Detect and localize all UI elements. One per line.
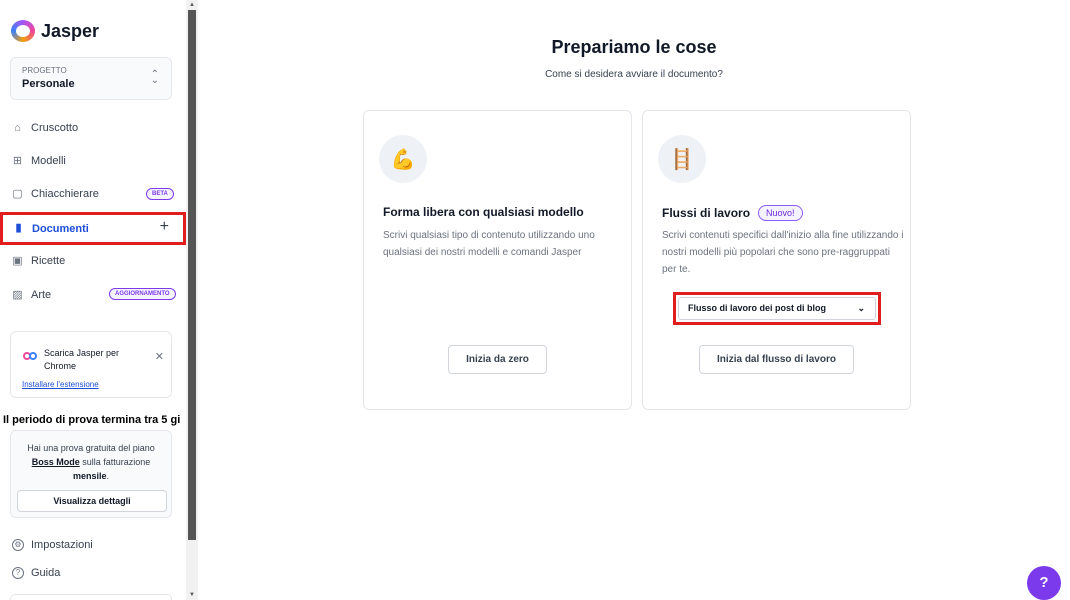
chrome-extension-card: Scarica Jasper per Chrome ✕ Installare l… [10,331,172,398]
nav-item-label: Cruscotto [31,122,79,134]
flexed-arm-icon: 💪 [379,135,427,183]
install-extension-link[interactable]: Installare l'estensione [22,380,99,389]
gear-icon: ⚙ [12,539,24,551]
nav-item-label: Chiacchierare [31,188,99,200]
nav-item-label: Ricette [31,255,66,267]
workflow-select-value: Flusso di lavoro dei post di blog [688,303,827,313]
start-workflow-button[interactable]: Inizia dal flusso di lavoro [699,345,854,374]
logo[interactable]: Jasper [11,20,99,42]
trial-period: mensile [72,471,107,481]
project-selector[interactable]: PROGETTO Personale ⌃ ⌄ [10,57,172,100]
nav-item-label: Modelli [31,155,66,167]
nav-item-documenti[interactable]: ▮ Documenti + [0,212,186,245]
card-title: Flussi di lavoro Nuovo! [662,205,803,221]
trial-card: Hai una prova gratuita del piano Boss Mo… [10,430,172,518]
scroll-up-icon[interactable]: ▲ [186,0,198,10]
image-icon: ▨ [12,288,23,301]
scroll-down-icon[interactable]: ▼ [186,590,198,600]
trial-plan[interactable]: Boss Mode [32,457,80,467]
question-icon: ? [12,567,24,579]
card-title: Forma libera con qualsiasi modello [383,205,584,219]
project-value: Personale [22,78,75,90]
nav-item-label: Documenti [32,222,89,235]
account-card[interactable] [10,594,172,600]
chrome-extension-icon [23,352,39,360]
help-button[interactable]: ? [1027,566,1061,600]
nav-item-label: Arte [31,289,52,301]
grid-icon: ⊞ [12,154,23,167]
app-name: Jasper [41,20,100,41]
sidebar: Jasper PROGETTO Personale ⌃ ⌄ ⌂ Cruscotto… [0,0,186,600]
add-document-icon[interactable]: + [160,218,169,236]
start-from-scratch-button[interactable]: Inizia da zero [448,345,547,374]
update-badge: AGGIORNAMENTO [109,288,176,300]
main-content: Prepariamo le cose Come si desidera avvi… [198,0,1070,600]
nav-item-modelli[interactable]: ⊞ Modelli [0,146,186,176]
chat-icon: ▢ [12,187,23,200]
new-badge: Nuovo! [758,205,803,221]
nav-item-cruscotto[interactable]: ⌂ Cruscotto [0,113,186,143]
workflow-card[interactable]: 🪜 Flussi di lavoro Nuovo! Scrivi contenu… [642,110,911,410]
trial-period-suffix: . [106,471,110,481]
page-subtitle: Come si desidera avviare il documento? [545,69,723,80]
card-description: Scrivi contenuti specifici dall'inizio a… [662,230,904,275]
nav-item-chiacchierare[interactable]: ▢ Chiacchierare BETA [0,179,186,209]
trial-line1: Hai una prova gratuita del piano [27,443,155,453]
card-description: Scrivi qualsiasi tipo di contenuto utili… [383,230,595,258]
scrollbar-thumb[interactable] [188,10,196,540]
terminal-icon: ▣ [12,254,23,267]
ladder-icon: 🪜 [658,135,706,183]
page-title: Prepariamo le cose [551,37,717,57]
freeform-card[interactable]: 💪 Forma libera con qualsiasi modello Scr… [363,110,632,410]
card-title-text: Flussi di lavoro [662,206,751,220]
nav-item-guida[interactable]: ? Guida [12,567,60,579]
extension-text: Scarica Jasper per Chrome [44,348,120,371]
project-label: PROGETTO [22,66,67,75]
card-title-text: Forma libera con qualsiasi modello [383,205,584,219]
trial-title: Il periodo di prova termina tra 5 gi [3,414,181,426]
view-details-button[interactable]: Visualizza dettagli [17,490,167,512]
document-icon: ▮ [15,222,22,234]
close-icon[interactable]: ✕ [155,350,164,363]
nav-item-impostazioni[interactable]: ⚙ Impostazioni [12,539,93,551]
nav-item-label: Impostazioni [31,539,93,551]
home-icon: ⌂ [14,121,21,134]
beta-badge: BETA [146,188,174,200]
chevron-updown-icon: ⌃ ⌄ [150,69,159,86]
jasper-logo-icon [11,20,35,42]
nav-item-arte[interactable]: ▨ Arte AGGIORNAMENTO [0,280,186,310]
trial-line2: sulla fatturazione [79,457,151,467]
workflow-select-highlight: Flusso di lavoro dei post di blog ⌄ [673,292,881,325]
workflow-select[interactable]: Flusso di lavoro dei post di blog ⌄ [678,297,876,320]
trial-description: Hai una prova gratuita del piano Boss Mo… [11,441,171,483]
nav-item-ricette[interactable]: ▣ Ricette [0,246,186,276]
chevron-down-icon: ⌄ [857,303,865,313]
nav-item-label: Guida [31,567,61,579]
